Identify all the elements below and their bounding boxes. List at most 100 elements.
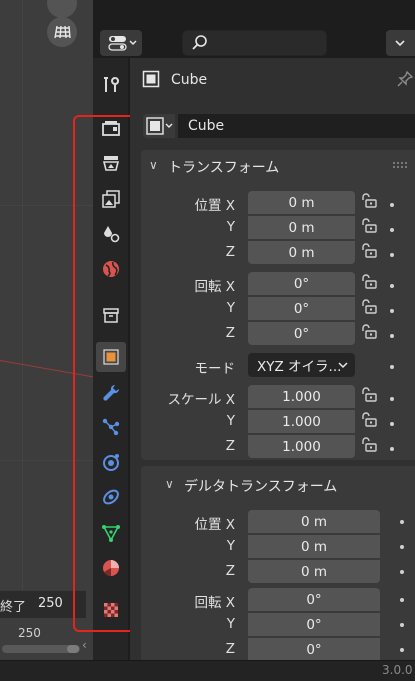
location-x-label: 位置 X [194,198,235,214]
drag-handle-icon[interactable] [392,161,408,169]
keyframe-dot[interactable] [390,228,394,232]
scale-y-label: Y [226,413,235,429]
scale-x-label: スケール X [167,392,235,408]
rotation-z-label: Z [225,325,235,341]
object-name-value: Cube [188,118,225,134]
tab-modifiers[interactable] [96,378,126,408]
grid-icon [54,25,71,39]
timeline-scrollbar-handle[interactable] [67,645,79,653]
rotation-mode-label: モード [194,361,236,377]
keyframe-dot[interactable] [400,648,404,652]
location-y-label: Y [226,219,235,235]
lock-icon[interactable] [360,193,378,209]
delta-rotation-y-field[interactable]: 0° [248,613,380,636]
rotation-mode-value: XYZ オイラ... [257,359,342,375]
transform-panel-title[interactable]: トランスフォーム [168,157,279,177]
world-icon [103,261,119,277]
location-y-field[interactable]: 0 m [248,216,355,239]
rotation-x-field[interactable]: 0° [248,272,355,295]
wrench-icon [103,384,120,401]
viewport-nav-button[interactable] [47,0,77,18]
object-icon [142,70,160,88]
lock-icon[interactable] [360,387,378,403]
location-z-field[interactable]: 0 m [248,241,355,264]
tab-scene[interactable] [96,219,126,249]
tab-particles[interactable] [96,412,126,442]
rotation-mode-select[interactable]: XYZ オイラ... [248,353,355,377]
view-layer-icon [102,190,120,208]
tool-icon [104,77,120,92]
constraints-icon [103,489,119,505]
scale-y-field[interactable]: 1.000 [248,410,355,433]
keyframe-dot[interactable] [400,520,404,524]
object-icon [146,117,173,135]
location-x-field[interactable]: 0 m [248,191,355,214]
chevron-left-icon[interactable]: ‹ [82,638,87,652]
tab-render[interactable] [96,113,126,143]
location-z-label: Z [225,244,235,260]
scene-icon [104,226,120,243]
editor-type-button[interactable] [100,30,142,56]
scale-x-field[interactable]: 1.000 [248,385,355,408]
tab-view-layer[interactable] [96,184,126,214]
object-browse-button[interactable] [143,114,175,138]
lock-icon[interactable] [360,218,378,234]
delta-location-y-label: Y [226,538,235,554]
frame-end-label: 終了 [0,600,27,615]
particles-icon [102,418,120,436]
tab-collection[interactable] [96,300,126,330]
frame-end-field[interactable]: 250 [38,596,63,611]
tab-material[interactable] [96,553,126,583]
keyframe-dot[interactable] [400,570,404,574]
keyframe-dot[interactable] [400,623,404,627]
search-input[interactable] [182,30,327,56]
rotation-z-field[interactable]: 0° [248,322,355,345]
delta-rotation-x-field[interactable]: 0° [248,588,380,611]
delta-rotation-x-label: 回転 X [194,595,235,611]
chevron-down-icon [338,362,348,369]
version-label: 3.0.0 [382,663,413,677]
tab-object[interactable] [96,342,126,372]
chevron-down-icon[interactable]: ∨ [165,477,174,491]
keyframe-dot[interactable] [390,422,394,426]
keyframe-dot[interactable] [390,397,394,401]
rotation-y-label: Y [226,300,235,316]
keyframe-dot[interactable] [400,545,404,549]
tab-output[interactable] [96,148,126,178]
delta-transform-panel-title[interactable]: デルタトランスフォーム [184,476,337,496]
3d-viewport[interactable] [0,0,93,680]
lock-icon[interactable] [360,437,378,453]
delta-location-z-field[interactable]: 0 m [248,560,380,583]
keyframe-dot[interactable] [400,598,404,602]
lock-icon[interactable] [360,299,378,315]
scale-z-field[interactable]: 1.000 [248,435,355,458]
keyframe-dot[interactable] [390,365,394,369]
keyframe-dot[interactable] [390,284,394,288]
output-icon [102,156,120,171]
keyframe-dot[interactable] [390,309,394,313]
delta-location-x-label: 位置 X [194,517,235,533]
tab-data[interactable] [96,518,126,548]
status-bar [0,660,415,681]
rotation-y-field[interactable]: 0° [248,297,355,320]
toggle-grid-button[interactable] [47,17,77,47]
tab-physics[interactable] [96,447,126,477]
tab-world[interactable] [96,254,126,284]
lock-icon[interactable] [360,324,378,340]
header-options-dropdown[interactable] [386,30,415,56]
delta-location-x-field[interactable]: 0 m [248,510,380,533]
tab-texture[interactable] [96,595,126,625]
chevron-down-icon[interactable]: ∨ [149,158,158,172]
keyframe-dot[interactable] [390,334,394,338]
tab-tool[interactable] [96,70,126,100]
lock-icon[interactable] [360,274,378,290]
tab-constraints[interactable] [96,482,126,512]
lock-icon[interactable] [360,243,378,259]
keyframe-dot[interactable] [390,203,394,207]
pin-icon[interactable] [396,70,414,88]
lock-icon[interactable] [360,412,378,428]
keyframe-dot[interactable] [390,447,394,451]
delta-location-y-field[interactable]: 0 m [248,535,380,558]
delta-rotation-z-field[interactable]: 0° [248,638,380,661]
keyframe-dot[interactable] [390,253,394,257]
